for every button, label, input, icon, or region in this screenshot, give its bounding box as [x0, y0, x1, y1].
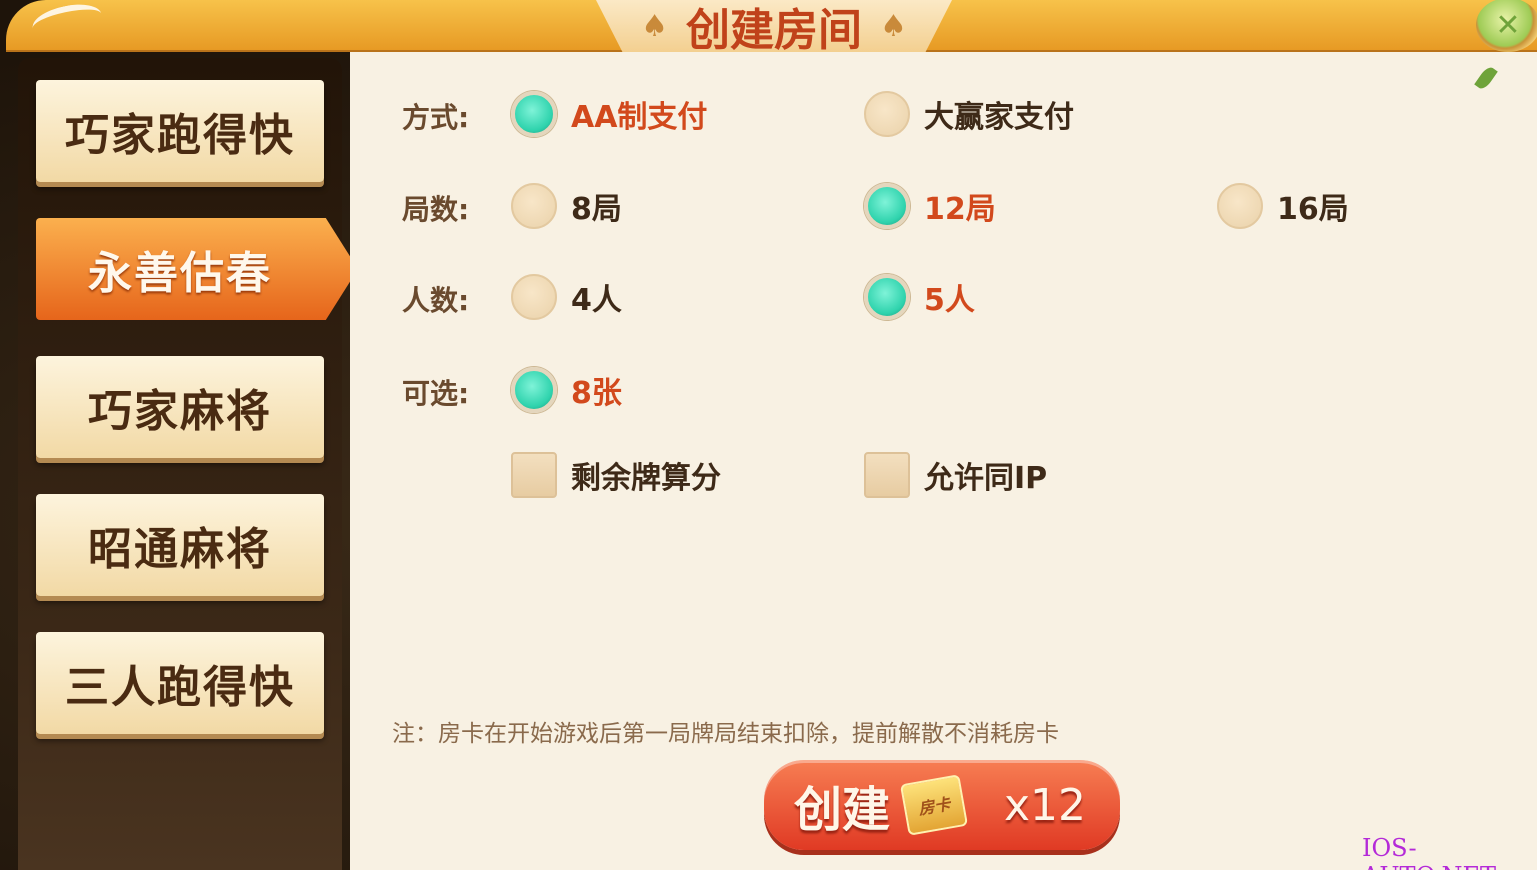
spade-icon: ♠ [641, 8, 668, 44]
room-card-icon-text: 房卡 [916, 794, 952, 819]
option-text: 大赢家支付 [924, 100, 1074, 135]
optional-label: 可选: [402, 377, 470, 410]
players-option-4[interactable]: 4人 [511, 274, 622, 320]
create-button-label: 创建 [794, 782, 891, 838]
radio-selected[interactable] [511, 91, 557, 137]
option-text: 5人 [924, 283, 975, 318]
checkbox-unchecked[interactable] [864, 452, 910, 498]
payment-label: 方式: [402, 101, 470, 134]
option-text: 4人 [571, 283, 622, 318]
sidebar-item-qiaojia-majiang[interactable]: 巧家麻将 [36, 356, 324, 458]
rounds-option-8[interactable]: 8局 [511, 183, 622, 229]
option-text: 8张 [571, 376, 622, 411]
sidebar-item-sanren-paodekuai[interactable]: 三人跑得快 [36, 632, 324, 734]
option-text: 12局 [924, 192, 996, 227]
players-option-5[interactable]: 5人 [864, 274, 975, 320]
radio-unselected[interactable] [1217, 183, 1263, 229]
room-card-icon: 房卡 [899, 774, 969, 836]
players-label: 人数: [402, 284, 470, 317]
sidebar-item-qiaojia-paodekuai[interactable]: 巧家跑得快 [36, 80, 324, 182]
watermark: IOS-AUTO.NET [1362, 834, 1496, 870]
checkbox-remaining-cards-score[interactable]: 剩余牌算分 [511, 452, 721, 498]
card-cost-count: x12 [1004, 779, 1087, 831]
room-card-note: 注：房卡在开始游戏后第一局牌局结束扣除，提前解散不消耗房卡 [392, 721, 1059, 747]
create-room-button[interactable]: 创建 房卡 x12 [764, 760, 1120, 850]
dialog-title-wrap: ♠ 创建房间 ♠ [596, 0, 952, 56]
radio-unselected[interactable] [511, 183, 557, 229]
sidebar-item-label: 昭通麻将 [88, 524, 272, 575]
close-icon: ✕ [1495, 7, 1521, 43]
rounds-label: 局数: [402, 193, 470, 226]
option-text: 允许同IP [924, 461, 1048, 496]
payment-option-winner[interactable]: 大赢家支付 [864, 91, 1074, 137]
spade-icon: ♠ [880, 8, 907, 44]
rounds-option-12[interactable]: 12局 [864, 183, 996, 229]
radio-unselected[interactable] [864, 91, 910, 137]
option-text: 剩余牌算分 [571, 461, 721, 496]
header-shine [29, 0, 105, 43]
dialog-title: 创建房间 [686, 5, 862, 56]
checkbox-unchecked[interactable] [511, 452, 557, 498]
option-text: 16局 [1277, 192, 1349, 227]
radio-unselected[interactable] [511, 274, 557, 320]
rounds-option-16[interactable]: 16局 [1217, 183, 1349, 229]
sidebar-item-yongshan-guchun[interactable]: 永善估春 [36, 218, 358, 320]
sidebar-item-label: 巧家跑得快 [65, 110, 295, 161]
radio-selected[interactable] [864, 274, 910, 320]
sidebar-item-zhaotong-majiang[interactable]: 昭通麻将 [36, 494, 324, 596]
payment-option-aa[interactable]: AA制支付 [511, 91, 707, 137]
sidebar-item-label: 三人跑得快 [65, 662, 295, 713]
radio-selected[interactable] [511, 367, 557, 413]
checkbox-allow-same-ip[interactable]: 允许同IP [864, 452, 1047, 498]
optional-option-8zhang[interactable]: 8张 [511, 367, 622, 413]
option-text: 8局 [571, 192, 622, 227]
close-button[interactable]: ✕ [1476, 0, 1537, 52]
radio-selected[interactable] [864, 183, 910, 229]
sidebar-item-label: 巧家麻将 [88, 386, 272, 437]
sidebar-item-label: 永善估春 [88, 248, 272, 299]
option-text: AA制支付 [571, 100, 708, 135]
